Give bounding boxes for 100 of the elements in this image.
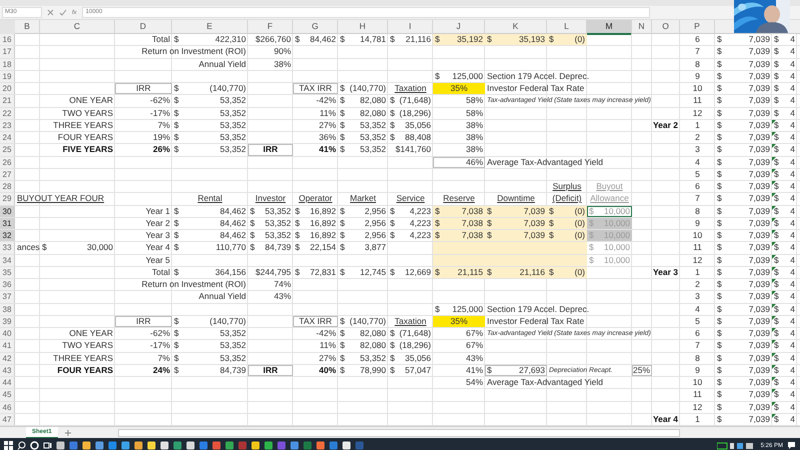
cell-value: 53,352: [220, 95, 246, 106]
cell-text: THREE YEARS: [53, 352, 113, 364]
column-header[interactable]: G: [293, 20, 338, 35]
cell-value: 35,056: [405, 352, 431, 364]
cell-text: 38%: [466, 132, 483, 144]
currency-sign: $: [717, 266, 722, 278]
cell-text: FOUR YEARS: [57, 364, 113, 376]
cell-text: Year 2: [652, 120, 678, 131]
column-header[interactable]: N: [632, 20, 652, 35]
row-header[interactable]: 47: [0, 414, 15, 425]
cell-value: 4: [790, 120, 795, 131]
row-header[interactable]: 35: [0, 266, 15, 278]
row-header[interactable]: 29: [0, 193, 15, 204]
column-header[interactable]: D: [115, 20, 172, 35]
row-header[interactable]: 38: [0, 304, 15, 315]
cell-text: IRR: [263, 364, 278, 376]
cell-text: Annual Yield: [198, 58, 246, 70]
cell-value: 7,039: [748, 70, 770, 82]
row-header[interactable]: 20: [0, 83, 15, 94]
row-header[interactable]: 41: [0, 340, 15, 352]
currency-sign: $: [340, 230, 345, 242]
column-header[interactable]: E: [172, 20, 248, 35]
cell-value: 84,462: [220, 206, 246, 217]
currency-sign: $: [390, 328, 395, 340]
row-header[interactable]: 23: [0, 120, 15, 131]
cell-text: Year 2: [146, 218, 170, 229]
row-header[interactable]: 18: [0, 58, 15, 70]
row-header[interactable]: 28: [0, 181, 15, 192]
row-header[interactable]: 45: [0, 389, 15, 400]
cell-text: (Deficit): [552, 193, 582, 204]
row-header[interactable]: 26: [0, 156, 15, 168]
cell-text: 43%: [466, 352, 483, 364]
row-header[interactable]: 19: [0, 70, 15, 82]
currency-sign: $: [717, 242, 722, 254]
row-header[interactable]: 24: [0, 132, 15, 144]
row-header[interactable]: 32: [0, 230, 15, 242]
column-header[interactable]: F: [248, 20, 293, 35]
cell-value: 7,039: [748, 230, 770, 242]
row-header[interactable]: 27: [0, 168, 15, 180]
currency-sign: $: [487, 364, 492, 376]
row-header[interactable]: 22: [0, 108, 15, 119]
cell-value: 4: [790, 279, 795, 290]
row-header[interactable]: 25: [0, 144, 15, 156]
row-header[interactable]: 37: [0, 291, 15, 302]
currency-sign: $: [487, 34, 492, 46]
row-header[interactable]: 44: [0, 377, 15, 388]
row-header[interactable]: 17: [0, 46, 15, 58]
row-header[interactable]: 39: [0, 316, 15, 327]
currency-sign: $: [174, 340, 179, 352]
cell-text: 43%: [274, 291, 291, 302]
cell-value: 7,039: [748, 316, 770, 327]
row-header[interactable]: 46: [0, 402, 15, 413]
row-header[interactable]: 43: [0, 364, 15, 376]
currency-sign: $: [340, 328, 345, 340]
row-header[interactable]: 34: [0, 254, 15, 266]
currency-sign: $: [435, 206, 440, 217]
row-header[interactable]: 36: [0, 279, 15, 290]
column-header[interactable]: H: [338, 20, 388, 35]
currency-sign: $: [774, 414, 779, 425]
cell-text: 67%: [466, 340, 483, 352]
cell-text: 11%: [320, 340, 336, 352]
cell-text: ONE YEAR: [69, 328, 113, 340]
column-header[interactable]: P: [680, 20, 715, 35]
cell-value: 4: [790, 402, 795, 413]
cell-value: 10,000: [604, 206, 630, 217]
currency-sign: $: [549, 218, 554, 229]
cell-text: IRR: [263, 144, 278, 156]
currency-sign: $: [717, 95, 722, 106]
cell-value: 4: [790, 34, 795, 46]
row-header[interactable]: 33: [0, 242, 15, 254]
cell-value: 7,039: [748, 291, 770, 302]
row-header[interactable]: 16: [0, 34, 15, 46]
cell-text: Investor: [255, 193, 286, 204]
cell-value: 422,310: [215, 34, 246, 46]
column-header[interactable]: C: [40, 20, 115, 35]
currency-sign: $: [717, 316, 722, 327]
cell-text: 7: [695, 340, 700, 352]
cell-value: 4: [790, 58, 795, 70]
cell-value: 22,154: [310, 242, 336, 254]
currency-sign: $: [435, 218, 440, 229]
cell-value: 4: [790, 218, 795, 229]
column-header[interactable]: M: [587, 20, 632, 35]
currency-sign: $: [390, 352, 395, 364]
cell-value: 7,038: [462, 230, 483, 242]
cell-value: 7,039: [748, 352, 770, 364]
currency-sign: $: [717, 328, 722, 340]
currency-sign: $: [589, 254, 594, 266]
cell-value: 7,039: [748, 108, 770, 119]
row-header[interactable]: 30: [0, 206, 15, 217]
currency-sign: $: [435, 266, 440, 278]
cell-text: 26%: [152, 144, 170, 156]
row-header[interactable]: 40: [0, 328, 15, 340]
cell-value: 2,956: [364, 206, 386, 217]
cell-value: 7,039: [748, 181, 770, 192]
cell-value: 4: [790, 414, 795, 425]
cell-value: (0): [574, 266, 585, 278]
column-header[interactable]: O: [652, 20, 680, 35]
row-header[interactable]: 31: [0, 218, 15, 229]
row-header[interactable]: 21: [0, 95, 15, 106]
row-header[interactable]: 42: [0, 352, 15, 364]
